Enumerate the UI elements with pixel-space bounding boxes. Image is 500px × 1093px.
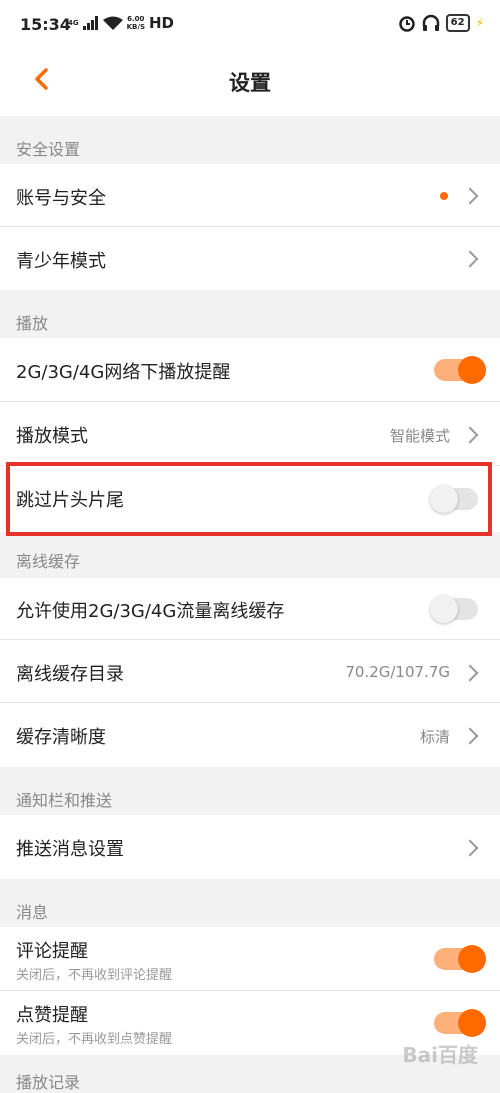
comment-reminder-subtext: 关闭后，不再收到评论提醒 [16, 968, 173, 983]
section-header-messages: 消息 [0, 879, 500, 927]
alarm-icon [398, 16, 415, 32]
push-settings-row[interactable]: 推送消息设置 [0, 815, 500, 879]
status-icons-left: 4G 6.00 KB/S HD [68, 14, 174, 32]
playback-mode-label: 播放模式 [16, 426, 88, 447]
chevron-right-icon [461, 250, 479, 268]
charging-icon: ⚡ [475, 16, 484, 30]
chevron-right-icon [461, 727, 479, 745]
skip-intro-outro-row: 跳过片头片尾 [0, 466, 500, 532]
signal-icon [82, 16, 98, 30]
wifi-icon [102, 16, 123, 30]
allow-offline-row: 允许使用2G/3G/4G流量离线缓存 [0, 578, 500, 640]
cache-quality-label: 缓存清晰度 [16, 727, 106, 748]
status-bar: 15:34 4G 6.00 KB/S HD 62 ⚡ [0, 0, 500, 50]
battery-icon: 62 [445, 14, 470, 32]
comment-reminder-label: 评论提醒 [16, 941, 88, 962]
push-settings-label: 推送消息设置 [16, 839, 124, 860]
teen-mode-label: 青少年模式 [16, 251, 106, 272]
watermark: Bai百度 [402, 1043, 478, 1067]
notification-dot [440, 192, 448, 200]
chevron-right-icon [461, 664, 479, 682]
comment-reminder-row: 评论提醒 关闭后，不再收到评论提醒 [0, 927, 500, 991]
allow-offline-label: 允许使用2G/3G/4G流量离线缓存 [16, 601, 285, 622]
offline-directory-label: 离线缓存目录 [16, 664, 124, 685]
skip-intro-outro-toggle[interactable] [430, 485, 478, 513]
playback-mode-value: 智能模式 [389, 427, 450, 445]
offline-directory-row[interactable]: 离线缓存目录 70.2G/107.7G [0, 640, 500, 703]
status-time: 15:34 [20, 15, 71, 34]
network-type: 4G [68, 19, 79, 27]
chevron-right-icon [461, 839, 479, 857]
network-reminder-label: 2G/3G/4G网络下播放提醒 [16, 362, 231, 383]
nav-bar: 设置 [0, 50, 500, 116]
page-title: 设置 [229, 71, 271, 95]
network-reminder-toggle[interactable] [434, 356, 486, 384]
playback-mode-row[interactable]: 播放模式 智能模式 [0, 402, 500, 466]
account-security-row[interactable]: 账号与安全 [0, 164, 500, 227]
status-icons-right: 62 ⚡ [398, 14, 484, 32]
section-header-notify: 通知栏和推送 [0, 767, 500, 815]
network-speed: 6.00 KB/S [126, 15, 145, 31]
account-security-label: 账号与安全 [16, 188, 106, 209]
like-reminder-label: 点赞提醒 [16, 1005, 88, 1026]
cache-quality-row[interactable]: 缓存清晰度 标清 [0, 703, 500, 767]
like-reminder-subtext: 关闭后，不再收到点赞提醒 [16, 1032, 173, 1047]
hd-indicator: HD [148, 14, 174, 32]
offline-directory-value: 70.2G/107.7G [345, 663, 450, 681]
section-header-playback: 播放 [0, 290, 500, 338]
skip-intro-outro-label: 跳过片头片尾 [16, 490, 124, 511]
chevron-right-icon [461, 187, 479, 205]
section-header-offline: 离线缓存 [0, 540, 500, 578]
allow-offline-toggle[interactable] [430, 595, 478, 623]
teen-mode-row[interactable]: 青少年模式 [0, 227, 500, 290]
chevron-right-icon [461, 426, 479, 444]
comment-reminder-toggle[interactable] [434, 945, 486, 973]
section-header-security: 安全设置 [0, 116, 500, 164]
network-reminder-row: 2G/3G/4G网络下播放提醒 [0, 338, 500, 402]
like-reminder-toggle[interactable] [434, 1009, 486, 1037]
cache-quality-value: 标清 [419, 728, 450, 746]
headphone-icon [422, 14, 439, 31]
